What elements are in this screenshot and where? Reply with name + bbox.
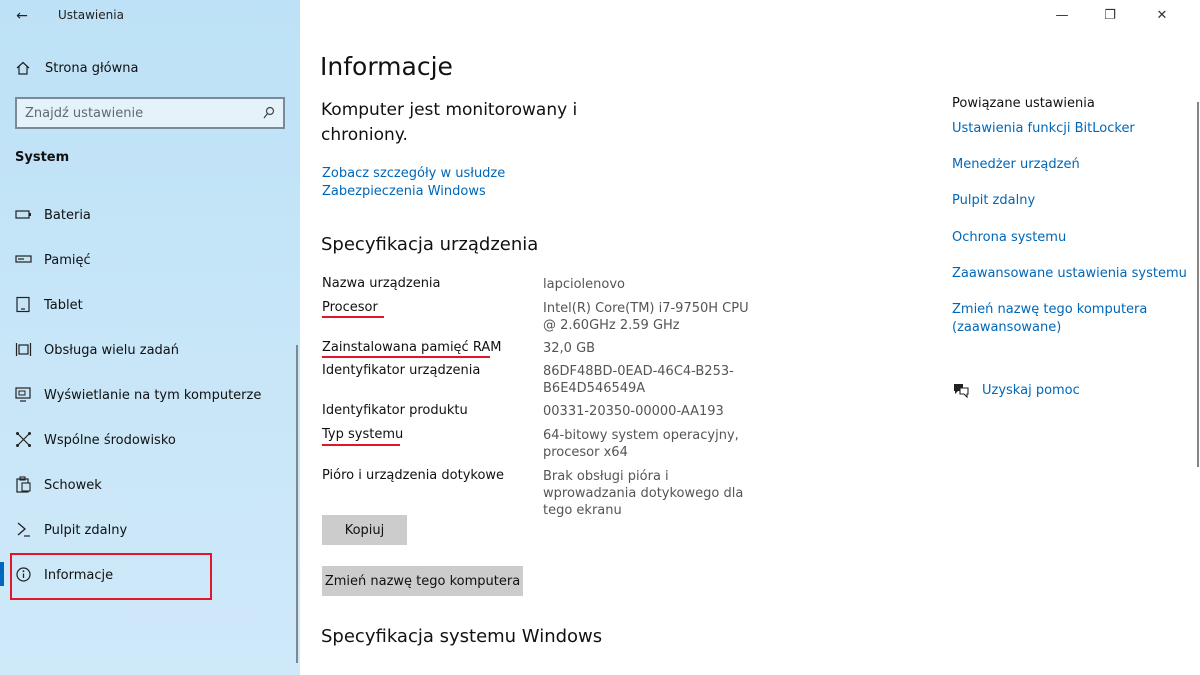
- minimize-button[interactable]: —: [1050, 8, 1074, 24]
- section-label-system: System: [15, 150, 70, 165]
- minimize-icon: —: [1055, 8, 1069, 23]
- remote-desktop-icon: [17, 522, 30, 537]
- related-link-remote-desktop[interactable]: Pulpit zdalny: [952, 192, 1192, 210]
- get-help-label: Uzyskaj pomoc: [982, 383, 1080, 398]
- spec-value: lapciolenovo: [543, 277, 625, 292]
- sidebar-item-clipboard[interactable]: Schowek: [0, 470, 300, 515]
- storage-icon: [15, 255, 32, 263]
- spec-label: Identyfikator urządzenia: [322, 363, 481, 378]
- window-controls: — ❐ ✕: [1050, 0, 1200, 32]
- sidebar-item-shared-experiences[interactable]: Wspólne środowisko: [0, 425, 300, 470]
- sidebar-item-label: Tablet: [44, 298, 83, 313]
- spec-label: Nazwa urządzenia: [322, 276, 441, 291]
- spec-value: Brak obsługi pióra i wprowadzania dotyko…: [543, 469, 744, 518]
- spec-label: Procesor: [322, 300, 378, 315]
- related-link-device-manager[interactable]: Menedżer urządzeń: [952, 156, 1192, 174]
- spec-label: Pióro i urządzenia dotykowe: [322, 468, 505, 483]
- annotation-highlight-box: [10, 553, 212, 600]
- sidebar-item-storage[interactable]: Pamięć: [0, 245, 300, 290]
- maximize-icon: ❐: [1104, 8, 1116, 23]
- main-scrollbar[interactable]: [1197, 102, 1199, 467]
- windows-specs-heading: Specyfikacja systemu Windows: [321, 626, 603, 647]
- multitasking-icon: [15, 343, 32, 356]
- spec-value: 64-bitowy system operacyjny, procesor x6…: [543, 428, 739, 460]
- annotation-underline: [322, 316, 384, 318]
- sidebar-item-multitasking[interactable]: Obsługa wielu zadań: [0, 335, 300, 380]
- sidebar-scrollbar[interactable]: [296, 345, 298, 663]
- spec-value: 32,0 GB: [543, 341, 596, 356]
- battery-icon: [15, 210, 31, 219]
- annotation-underline: [322, 356, 490, 358]
- clipboard-icon: [16, 476, 31, 493]
- spec-label: Zainstalowana pamięć RAM: [322, 340, 502, 355]
- spec-label: Identyfikator produktu: [322, 403, 468, 418]
- close-icon: ✕: [1156, 8, 1168, 23]
- related-settings-title: Powiązane ustawienia: [952, 96, 1095, 111]
- spec-value: 86DF48BD-0EAD-46C4-B253-B6E4D546549A: [543, 364, 734, 396]
- related-link-bitlocker[interactable]: Ustawienia funkcji BitLocker: [952, 120, 1192, 138]
- protection-status: Komputer jest monitorowany i chroniony.: [321, 100, 578, 145]
- sidebar-item-battery[interactable]: Bateria: [0, 200, 300, 245]
- sidebar-item-label: Wspólne środowisko: [44, 433, 176, 448]
- close-button[interactable]: ✕: [1150, 8, 1174, 24]
- home-icon: [16, 61, 30, 75]
- sidebar-item-tablet[interactable]: Tablet: [0, 290, 300, 335]
- back-button[interactable]: ←: [10, 6, 34, 26]
- spec-value: Intel(R) Core(TM) i7-9750H CPU @ 2.60GHz…: [543, 301, 749, 333]
- sidebar-item-label: Obsługa wielu zadań: [44, 343, 180, 358]
- sidebar-item-label: Bateria: [44, 208, 91, 223]
- sidebar: ← Ustawienia Strona główna System Bateri…: [0, 0, 300, 675]
- shared-experiences-icon: [16, 432, 31, 447]
- title-bar: ← Ustawienia: [0, 0, 300, 32]
- search-input[interactable]: [25, 104, 255, 122]
- device-specs-heading: Specyfikacja urządzenia: [321, 234, 539, 255]
- sidebar-nav: Bateria Pamięć Tablet Obsługa wielu zada…: [0, 200, 300, 605]
- main-content: — ❐ ✕ Informacje Komputer jest monitorow…: [300, 0, 1200, 675]
- sidebar-item-projecting[interactable]: Wyświetlanie na tym komputerze: [0, 380, 300, 425]
- related-link-system-protection[interactable]: Ochrona systemu: [952, 229, 1192, 247]
- annotation-underline: [322, 444, 400, 446]
- search-box[interactable]: [15, 97, 285, 129]
- sidebar-item-label: Pulpit zdalny: [44, 523, 128, 538]
- get-help[interactable]: Uzyskaj pomoc: [952, 381, 1192, 401]
- sidebar-item-label: Strona główna: [45, 61, 139, 76]
- sidebar-item-label: Wyświetlanie na tym komputerze: [44, 388, 262, 403]
- sidebar-item-home[interactable]: Strona główna: [0, 56, 300, 82]
- search-icon[interactable]: [263, 106, 275, 120]
- rename-pc-button[interactable]: Zmień nazwę tego komputera: [322, 566, 523, 596]
- related-link-advanced-settings[interactable]: Zaawansowane ustawienia systemu: [952, 265, 1192, 283]
- maximize-button[interactable]: ❐: [1098, 8, 1122, 24]
- related-settings: Powiązane ustawienia Ustawienia funkcji …: [952, 96, 1192, 335]
- page-title: Informacje: [320, 52, 453, 81]
- spec-label: Typ systemu: [322, 427, 404, 442]
- related-link-rename-advanced[interactable]: Zmień nazwę tego komputera (zaawansowane…: [952, 301, 1152, 337]
- active-indicator: [0, 562, 4, 586]
- security-details-link[interactable]: Zobacz szczegóły w usłudze Zabezpieczeni…: [322, 165, 602, 201]
- sidebar-item-label: Pamięć: [44, 253, 91, 268]
- back-arrow-icon: ←: [16, 8, 28, 24]
- app-title: Ustawienia: [58, 8, 124, 22]
- spec-value: 00331-20350-00000-AA193: [543, 404, 724, 419]
- projecting-icon: [15, 387, 31, 402]
- copy-button[interactable]: Kopiuj: [322, 515, 407, 545]
- help-chat-icon: [954, 384, 969, 399]
- sidebar-item-label: Schowek: [44, 478, 102, 493]
- tablet-icon: [16, 296, 30, 313]
